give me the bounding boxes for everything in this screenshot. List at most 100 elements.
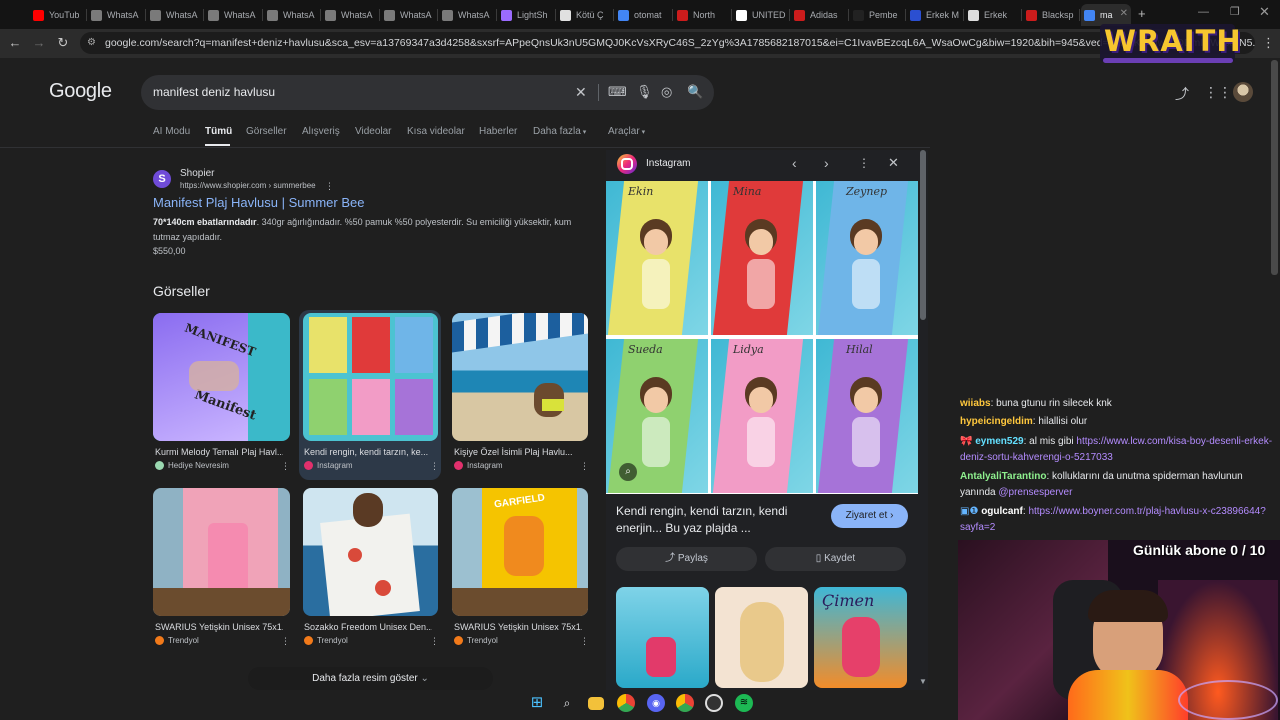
image-caption[interactable]: SWARIUS Yetişkin Unisex 75x1...: [155, 622, 283, 632]
image-source[interactable]: Trendyol: [155, 636, 199, 645]
search-box[interactable]: manifest deniz havlusu ✕ ⌨ 🎙 ◎ 🔍: [141, 75, 714, 110]
search-tab[interactable]: Görseller: [246, 126, 287, 137]
result-title-link[interactable]: Manifest Plaj Havlusu | Summer Bee: [153, 195, 364, 210]
lens-search-icon[interactable]: ⌕: [619, 463, 637, 481]
browser-tab[interactable]: ma ✕: [1081, 4, 1131, 26]
browser-tab[interactable]: Erkek M: [907, 4, 962, 26]
browser-tab[interactable]: WhatsA: [205, 4, 261, 26]
discord-icon[interactable]: ◉: [647, 694, 665, 712]
image-menu-icon[interactable]: ⋮: [580, 461, 589, 472]
image-menu-icon[interactable]: ⋮: [281, 461, 290, 472]
google-logo[interactable]: Google: [49, 80, 112, 103]
minimize-icon[interactable]: —: [1198, 6, 1209, 18]
chrome-profile-icon[interactable]: [676, 694, 694, 712]
image-thumb-4[interactable]: [153, 488, 290, 616]
browser-tab[interactable]: WhatsA: [88, 4, 144, 26]
clear-icon[interactable]: ✕: [575, 84, 587, 101]
browser-tab[interactable]: WhatsA: [322, 4, 378, 26]
browser-tab[interactable]: LightSh: [498, 4, 554, 26]
chat-username[interactable]: hypeicingeldim: [960, 416, 1033, 427]
chat-username[interactable]: AntalyaliTarantino: [960, 471, 1047, 482]
image-caption[interactable]: Sozakko Freedom Unisex Den...: [304, 622, 432, 632]
image-source[interactable]: Instagram: [454, 461, 503, 470]
chat-mention[interactable]: @prensesperver: [998, 487, 1072, 498]
image-menu-icon[interactable]: ⋮: [580, 636, 589, 647]
file-explorer-icon[interactable]: [588, 697, 604, 710]
image-source[interactable]: Trendyol: [304, 636, 348, 645]
close-window-icon[interactable]: ✕: [1259, 4, 1270, 20]
panel-source[interactable]: Instagram: [646, 158, 690, 169]
image-caption[interactable]: Kendi rengin, kendi tarzın, ke...: [304, 447, 432, 457]
chat-username[interactable]: ogulcanf: [981, 506, 1023, 517]
browser-tab[interactable]: YouTub: [30, 4, 85, 26]
windows-start-icon[interactable]: ⊞: [528, 694, 546, 712]
image-thumb-6[interactable]: GARFIELD: [452, 488, 588, 616]
new-tab-button[interactable]: +: [1138, 6, 1146, 21]
panel-title[interactable]: Kendi rengin, kendi tarzın, kendi enerji…: [616, 503, 816, 537]
microphone-icon[interactable]: 🎙: [636, 84, 653, 100]
search-tab[interactable]: AI Modu: [153, 126, 190, 137]
image-thumb-1[interactable]: MANIFEST Manifest: [153, 313, 290, 441]
related-image-1[interactable]: [616, 587, 709, 688]
browser-tab[interactable]: Pembe: [850, 4, 904, 26]
search-tab[interactable]: Araçlar ▾: [608, 126, 645, 137]
image-menu-icon[interactable]: ⋮: [430, 636, 439, 647]
image-menu-icon[interactable]: ⋮: [430, 461, 439, 472]
image-menu-icon[interactable]: ⋮: [281, 636, 290, 647]
avatar[interactable]: [1233, 82, 1253, 102]
search-tab[interactable]: Tümü: [205, 126, 232, 137]
panel-close-icon[interactable]: ✕: [888, 155, 899, 171]
panel-menu-icon[interactable]: ⋮: [858, 156, 870, 170]
browser-tab[interactable]: UNITED: [733, 4, 789, 26]
save-button[interactable]: ▯ Kaydet: [765, 547, 906, 571]
chat-username[interactable]: wiiabs: [960, 398, 991, 409]
site-info-icon[interactable]: ⚙: [87, 32, 96, 54]
url-field[interactable]: ⚙ google.com/search?q=manifest+deniz+hav…: [80, 32, 1255, 54]
related-image-2[interactable]: [715, 587, 808, 688]
browser-tab[interactable]: Blacksp: [1023, 4, 1078, 26]
image-thumb-3[interactable]: [452, 313, 588, 441]
page-scrollbar[interactable]: [1271, 60, 1278, 275]
related-image-3[interactable]: Çimen: [814, 587, 907, 688]
apps-grid-icon[interactable]: ⋮⋮: [1204, 84, 1232, 101]
search-tab[interactable]: Haberler: [479, 126, 517, 137]
spotify-icon[interactable]: ≋: [735, 694, 753, 712]
more-images-button[interactable]: Daha fazla resim göster ⌄: [248, 667, 493, 690]
keyboard-icon[interactable]: ⌨: [608, 84, 627, 100]
lens-icon[interactable]: ◎: [661, 84, 672, 100]
browser-tab[interactable]: North: [674, 4, 730, 26]
browser-tab[interactable]: WhatsA: [264, 4, 320, 26]
search-tab[interactable]: Daha fazla ▾: [533, 126, 586, 137]
image-caption[interactable]: Kurmi Melody Temalı Plaj Havl...: [155, 447, 283, 457]
share-icon[interactable]: ⤴: [1175, 84, 1189, 104]
search-tab[interactable]: Videolar: [355, 126, 392, 137]
image-source[interactable]: Hediye Nevresim: [155, 461, 229, 470]
forward-icon[interactable]: →: [30, 35, 48, 50]
result-url[interactable]: https://www.shopier.com › summerbee: [180, 181, 316, 190]
browser-tab[interactable]: Erkek: [965, 4, 1020, 26]
panel-scrollbar[interactable]: [920, 150, 926, 320]
reload-icon[interactable]: ↻: [54, 35, 72, 51]
next-icon[interactable]: ›: [824, 155, 829, 171]
image-caption[interactable]: SWARIUS Yetişkin Unisex 75x1...: [454, 622, 582, 632]
result-menu-icon[interactable]: ⋮: [325, 181, 334, 192]
browser-menu-icon[interactable]: ⋮: [1262, 35, 1275, 51]
browser-tab[interactable]: WhatsA: [381, 4, 437, 26]
browser-tab[interactable]: WhatsA: [147, 4, 203, 26]
search-tab[interactable]: Kısa videolar: [407, 126, 465, 137]
chrome-icon[interactable]: [617, 694, 635, 712]
image-source[interactable]: Instagram: [304, 461, 353, 470]
search-icon[interactable]: 🔍: [687, 84, 703, 100]
image-thumb-5[interactable]: [303, 488, 438, 616]
share-button[interactable]: ⤴ Paylaş: [616, 547, 757, 571]
search-taskbar-icon[interactable]: ⌕: [558, 694, 576, 712]
close-tab-icon[interactable]: ✕: [1120, 8, 1128, 19]
search-tab[interactable]: Alışveriş: [302, 126, 340, 137]
browser-tab[interactable]: otomat: [615, 4, 671, 26]
browser-tab[interactable]: Adidas: [791, 4, 847, 26]
browser-tab[interactable]: WhatsA: [439, 4, 495, 26]
back-icon[interactable]: ←: [6, 35, 24, 50]
scroll-down-icon[interactable]: ▼: [919, 677, 927, 686]
browser-tab[interactable]: Kötü Ç: [557, 4, 613, 26]
search-input[interactable]: manifest deniz havlusu: [153, 85, 275, 99]
